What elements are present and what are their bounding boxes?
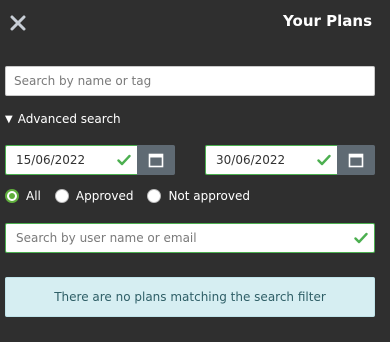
calendar-icon — [348, 153, 364, 168]
radio-all[interactable]: All — [5, 189, 41, 203]
user-search-field — [5, 223, 375, 253]
check-icon — [317, 154, 331, 166]
search-input[interactable] — [5, 66, 375, 96]
advanced-search-toggle[interactable]: ▼ Advanced search — [5, 112, 121, 126]
radio-not-approved-label: Not approved — [168, 189, 250, 203]
triangle-down-icon: ▼ — [5, 113, 13, 125]
date-from-value: 15/06/2022 — [16, 153, 86, 167]
date-to-group: 30/06/2022 — [205, 145, 375, 175]
close-icon — [10, 15, 26, 31]
calendar-to-button[interactable] — [337, 145, 375, 175]
radio-approved-label: Approved — [75, 189, 134, 203]
calendar-icon — [148, 153, 164, 168]
calendar-from-button[interactable] — [137, 145, 175, 175]
close-button[interactable] — [8, 12, 28, 34]
user-search-input[interactable] — [6, 224, 348, 252]
date-to-field[interactable]: 30/06/2022 — [205, 145, 337, 175]
check-icon — [117, 154, 131, 166]
radio-button[interactable] — [54, 189, 69, 203]
date-from-field[interactable]: 15/06/2022 — [5, 145, 137, 175]
date-from-group: 15/06/2022 — [5, 145, 175, 175]
radio-button-checked[interactable] — [5, 189, 19, 203]
radio-not-approved[interactable]: Not approved — [147, 189, 250, 203]
radio-button[interactable] — [147, 189, 162, 203]
radio-all-label: All — [26, 189, 41, 203]
radio-approved[interactable]: Approved — [54, 189, 134, 203]
notice-text: There are no plans matching the search f… — [54, 290, 326, 304]
page-title: Your Plans — [283, 12, 372, 30]
date-to-value: 30/06/2022 — [216, 153, 286, 167]
empty-results-notice: There are no plans matching the search f… — [5, 277, 375, 317]
advanced-search-label: Advanced search — [17, 112, 121, 126]
approval-filter: All Approved Not approved — [5, 189, 250, 203]
check-icon — [348, 232, 374, 244]
